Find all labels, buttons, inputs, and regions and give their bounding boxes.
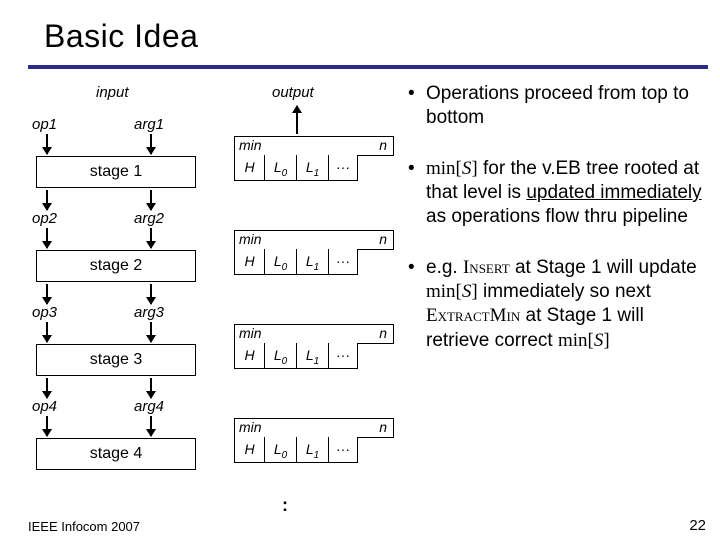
arg3-in-arrow (150, 284, 152, 304)
vertical-ellipsis: : (282, 495, 288, 516)
cell-l1: L1 (296, 155, 328, 181)
arg2-arrow (150, 228, 152, 248)
bullet-2: min[S] for the v.EB tree rooted at that … (408, 157, 712, 230)
min-label: min (239, 325, 262, 341)
stage4-box: stage 4 (36, 438, 196, 470)
op3-in-arrow (46, 284, 48, 304)
cell-l1: L1 (296, 343, 328, 369)
stage1-block: min n H L0 L1 ··· (234, 136, 394, 184)
n-label: n (379, 137, 387, 153)
n-label: n (379, 419, 387, 435)
cell-h: H (234, 437, 264, 463)
stage3-block: min n H L0 L1 ··· (234, 324, 394, 372)
stage3-box: stage 3 (36, 344, 196, 376)
cell-dots: ··· (328, 437, 358, 463)
arg4-label: arg4 (134, 398, 164, 415)
op1-arrow (46, 134, 48, 154)
cell-dots: ··· (328, 343, 358, 369)
input-label: input (96, 84, 129, 101)
cell-l1: L1 (296, 249, 328, 275)
op2-label: op2 (32, 210, 57, 227)
footer-text: IEEE Infocom 2007 (28, 519, 140, 534)
stage1-box: stage 1 (36, 156, 196, 188)
cell-dots: ··· (328, 249, 358, 275)
cell-h: H (234, 155, 264, 181)
arg1-label: arg1 (134, 116, 164, 133)
n-label: n (379, 325, 387, 341)
cell-h: H (234, 343, 264, 369)
op3-label: op3 (32, 304, 57, 321)
slide-title: Basic Idea (44, 18, 720, 55)
op3-arrow (46, 322, 48, 342)
arg3-label: arg3 (134, 304, 164, 321)
stage4-block: min n H L0 L1 ··· (234, 418, 394, 466)
stage2-block: min n H L0 L1 ··· (234, 230, 394, 278)
bullet-3: e.g. Insert at Stage 1 will update min[S… (408, 256, 712, 353)
min-label: min (239, 231, 262, 247)
op1-label: op1 (32, 116, 57, 133)
arg2-in-arrow (150, 190, 152, 210)
n-label: n (379, 231, 387, 247)
cell-h: H (234, 249, 264, 275)
pipeline-diagram: input output op1 arg1 stage 1 min n H L0 … (28, 78, 398, 518)
cell-l1: L1 (296, 437, 328, 463)
arg4-in-arrow (150, 378, 152, 398)
title-rule (28, 65, 708, 69)
arg1-arrow (150, 134, 152, 154)
cell-l0: L0 (264, 155, 296, 181)
cell-l0: L0 (264, 437, 296, 463)
min-label: min (239, 419, 262, 435)
op2-arrow (46, 228, 48, 248)
op2-in-arrow (46, 190, 48, 210)
cell-l0: L0 (264, 249, 296, 275)
cell-l0: L0 (264, 343, 296, 369)
output-arrow (296, 106, 298, 134)
page-number: 22 (689, 517, 706, 534)
stage2-box: stage 2 (36, 250, 196, 282)
output-label: output (272, 84, 314, 101)
op4-in-arrow (46, 378, 48, 398)
op4-label: op4 (32, 398, 57, 415)
arg3-arrow (150, 322, 152, 342)
bullet-1: Operations proceed from top to bottom (408, 82, 712, 131)
min-label: min (239, 137, 262, 153)
arg2-label: arg2 (134, 210, 164, 227)
bullet-list: Operations proceed from top to bottom mi… (408, 82, 712, 379)
cell-dots: ··· (328, 155, 358, 181)
arg4-arrow (150, 416, 152, 436)
op4-arrow (46, 416, 48, 436)
